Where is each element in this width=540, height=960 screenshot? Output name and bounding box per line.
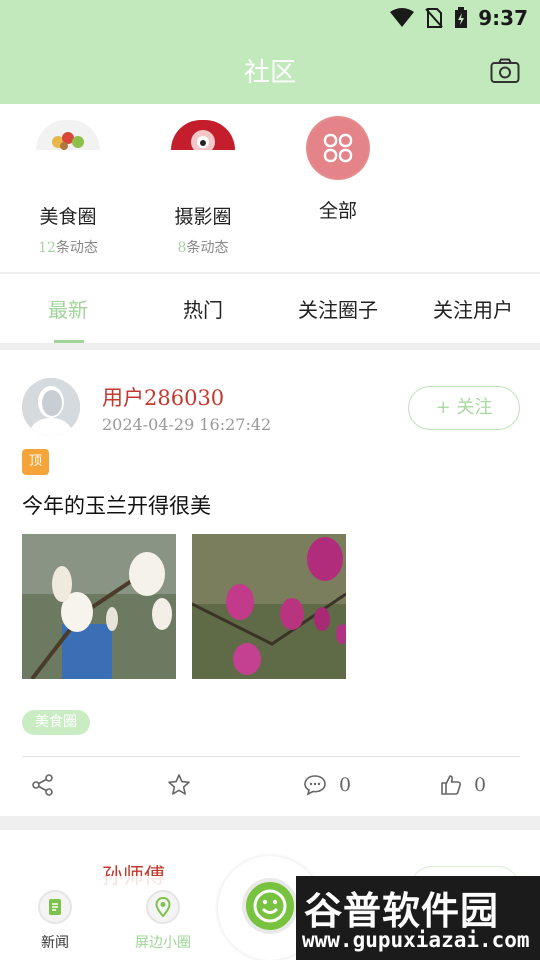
post-card: 用户286030 2024-04-29 16:27:42 + 关注 顶 今年的玉… [0,350,540,816]
circle-item-food[interactable]: 美食圈 12条动态 [3,104,133,257]
circle-item-photo[interactable]: 摄影圈 8条动态 [138,104,268,257]
post-content: 今年的玉兰开得很美 [22,494,211,518]
tab-following-circles[interactable]: 关注圈子 [273,294,403,323]
circle-count: 8条动态 [177,240,229,256]
like-button[interactable]: 0 [440,770,486,800]
post-time: 2024-04-29 16:27:42 [102,415,272,434]
food-circle-image [36,120,100,150]
comment-icon [304,775,326,796]
tab-following-users[interactable]: 关注用户 [408,294,538,323]
circle-count: 12条动态 [38,240,98,256]
watermark-brand: 谷普软件园 [304,889,500,933]
favorite-button[interactable] [167,770,191,800]
battery-charging-icon [455,7,468,28]
comment-button[interactable]: 0 [303,770,351,800]
watermark: 谷普软件园 www.gupuxiazai.com [296,876,540,960]
feed-tabs: 最新 热门 关注圈子 关注用户 [0,273,540,343]
post-image-2[interactable] [192,534,346,679]
share-button[interactable] [32,770,54,800]
circle-name: 美食圈 [39,206,97,228]
circle-list: 美食圈 12条动态 摄影圈 8条动态 全部 [0,104,540,272]
post-username[interactable]: 用户286030 [102,382,224,412]
post-tag[interactable]: 美食圈 [22,710,90,735]
thumbs-up-icon [441,775,461,795]
tab-hot[interactable]: 热门 [138,294,268,323]
nav-community[interactable]: 屏边小圈 [108,890,218,952]
clock: 9:37 [478,6,528,30]
circle-item-all[interactable]: 全部 [273,104,403,223]
comment-count: 0 [339,774,352,796]
no-sim-icon [425,8,443,28]
smile-icon [242,878,298,934]
share-icon [32,774,53,796]
star-icon [168,774,190,795]
news-icon [38,890,72,924]
active-tab-indicator [54,340,84,343]
nav-news[interactable]: 新闻 [0,890,110,952]
pinned-badge: 顶 [22,449,49,475]
circle-name: 摄影圈 [174,206,232,228]
nav-label: 屏边小圈 [135,935,191,951]
tab-latest[interactable]: 最新 [3,294,133,323]
photo-circle-image [171,120,235,150]
circle-name: 全部 [318,200,357,222]
follow-button[interactable]: + 关注 [408,386,520,430]
like-count: 0 [474,774,487,796]
post-image-1[interactable] [22,534,176,679]
avatar[interactable] [22,378,80,436]
camera-icon[interactable] [490,58,520,84]
divider [22,756,520,757]
wifi-icon [390,8,415,27]
watermark-url: www.gupuxiazai.com [302,928,530,952]
page-title: 社区 [243,58,296,88]
status-bar: 9:37 [390,0,540,36]
all-circles-icon [306,116,370,180]
app-header: 9:37 社区 [0,0,540,104]
nav-label: 新闻 [41,935,69,951]
location-icon [146,890,180,924]
